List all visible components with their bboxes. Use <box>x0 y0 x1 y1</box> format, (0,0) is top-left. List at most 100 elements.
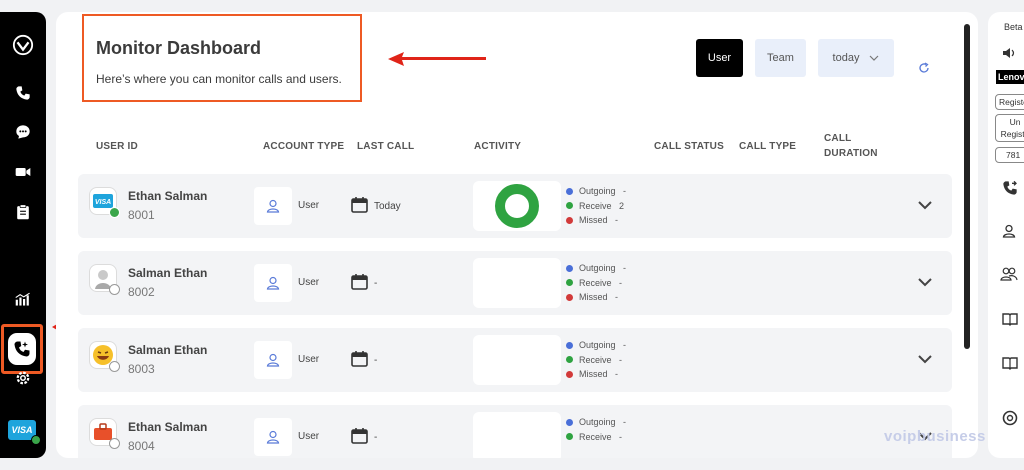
visa-card-icon: VISA <box>89 187 120 218</box>
expand-chevron-icon[interactable] <box>918 278 932 287</box>
left-rail: VISA <box>0 12 46 458</box>
outgoing-label: Outgoing <box>579 186 616 197</box>
user-name: Ethan Salman <box>128 189 208 203</box>
status-dot <box>109 284 120 295</box>
missed-dot <box>566 216 573 224</box>
activity-legend: Outgoing - Receive - Missed - <box>566 261 626 305</box>
legend-receive: Receive - <box>566 353 626 368</box>
team-icon[interactable] <box>1000 267 1018 281</box>
missed-label: Missed <box>579 215 608 226</box>
team-toggle-button[interactable]: Team <box>755 39 806 77</box>
expand-chevron-icon[interactable] <box>918 355 932 364</box>
receive-label: Receive <box>579 354 612 365</box>
support-lifebuoy-icon[interactable] <box>1002 410 1018 426</box>
missed-count: - <box>615 369 619 380</box>
user-toggle-button[interactable]: User <box>696 39 743 77</box>
account-type: User <box>298 354 320 365</box>
watermark-logo: voipbusiness <box>884 428 986 445</box>
user-name: Salman Ethan <box>128 343 208 357</box>
status-dot <box>109 438 120 449</box>
col-account-type: ACCOUNT TYPE <box>263 141 345 152</box>
receive-count: - <box>619 431 623 442</box>
expand-chevron-icon[interactable] <box>918 201 932 210</box>
extension-pill[interactable]: 781 <box>995 147 1024 163</box>
user-account-icon <box>254 418 292 456</box>
legend-outgoing: Outgoing - <box>566 415 626 430</box>
legend-receive: Receive - <box>566 276 626 291</box>
visa-label: VISA <box>11 425 33 435</box>
table-row[interactable]: Salman Ethan 8002 User - Outgoing - Rece… <box>78 251 952 315</box>
user-extension: 8004 <box>128 439 155 453</box>
calendar-icon <box>351 428 368 444</box>
contact-icon[interactable] <box>1002 224 1016 238</box>
video-icon[interactable] <box>12 161 34 183</box>
phone-icon[interactable] <box>12 82 34 104</box>
legend-missed: Missed - <box>566 213 626 228</box>
outgoing-label: Outgoing <box>579 417 616 428</box>
user-name: Salman Ethan <box>128 266 208 280</box>
legend-missed: Missed - <box>566 367 626 382</box>
outgoing-dot <box>566 418 573 426</box>
page-title: Monitor Dashboard <box>96 38 261 58</box>
activity-legend: Outgoing - Receive - <box>566 415 626 444</box>
chevron-down-icon <box>870 55 879 61</box>
status-dot <box>109 207 120 218</box>
calendar-icon <box>351 197 368 213</box>
settings-gear-icon[interactable] <box>12 367 34 389</box>
directory-book-icon[interactable] <box>1002 356 1018 370</box>
outgoing-label: Outgoing <box>579 263 616 274</box>
col-activity: ACTIVITY <box>474 141 522 152</box>
account-type: User <box>298 431 320 442</box>
refresh-icon[interactable] <box>918 62 930 74</box>
unregistered-pill[interactable]: Un Registe <box>995 114 1024 142</box>
unregistered-line2: Registe <box>1000 129 1024 139</box>
profile-visa-avatar[interactable]: VISA <box>8 420 41 445</box>
table-row[interactable]: Salman Ethan 8003 User - Outgoing - Rece… <box>78 328 952 392</box>
receive-dot <box>566 433 573 441</box>
person-photo-icon <box>89 264 120 295</box>
scrollbar[interactable] <box>964 24 970 349</box>
receive-label: Receive <box>579 200 612 211</box>
page-subtitle: Here’s where you can monitor calls and u… <box>96 72 342 86</box>
analytics-icon[interactable] <box>12 288 34 310</box>
user-extension: 8003 <box>128 362 155 376</box>
user-name: Ethan Salman <box>128 420 208 434</box>
missed-count: - <box>615 292 619 303</box>
registered-pill[interactable]: Registe <box>995 94 1024 110</box>
receive-count: - <box>619 354 623 365</box>
missed-label: Missed <box>579 369 608 380</box>
col-call-duration-line2: DURATION <box>824 148 878 159</box>
outgoing-label: Outgoing <box>579 340 616 351</box>
table-row[interactable]: Ethan Salman 8004 User - Outgoing - Rece… <box>78 405 952 458</box>
account-type: User <box>298 277 320 288</box>
legend-receive: Receive 2 <box>566 199 626 214</box>
speaker-icon[interactable] <box>1002 46 1016 60</box>
activity-chart <box>473 181 561 231</box>
chat-icon[interactable] <box>12 121 34 143</box>
outgoing-dot <box>566 187 573 195</box>
col-call-status: CALL STATUS <box>654 141 724 152</box>
col-user-id: USER ID <box>96 141 138 152</box>
app-logo-icon[interactable] <box>12 34 34 56</box>
outgoing-count: - <box>623 340 627 351</box>
call-transfer-icon[interactable] <box>1002 180 1018 196</box>
user-extension: 8001 <box>128 208 155 222</box>
receive-label: Receive <box>579 277 612 288</box>
notes-icon[interactable] <box>12 201 34 223</box>
missed-dot <box>566 293 573 301</box>
period-dropdown[interactable]: today <box>818 39 894 77</box>
user-account-icon <box>254 341 292 379</box>
receive-dot <box>566 202 573 210</box>
outgoing-count: - <box>623 417 627 428</box>
activity-chart <box>473 258 561 308</box>
table-row[interactable]: VISA Ethan Salman 8001 User Today Outgoi… <box>78 174 952 238</box>
missed-count: - <box>615 215 619 226</box>
col-last-call: LAST CALL <box>357 141 415 152</box>
last-call: Today <box>374 201 401 212</box>
legend-receive: Receive - <box>566 430 626 445</box>
monitor-phone-icon[interactable] <box>8 333 36 365</box>
outgoing-dot <box>566 341 573 349</box>
book-icon[interactable] <box>1002 312 1018 326</box>
user-account-icon <box>254 187 292 225</box>
missed-label: Missed <box>579 292 608 303</box>
